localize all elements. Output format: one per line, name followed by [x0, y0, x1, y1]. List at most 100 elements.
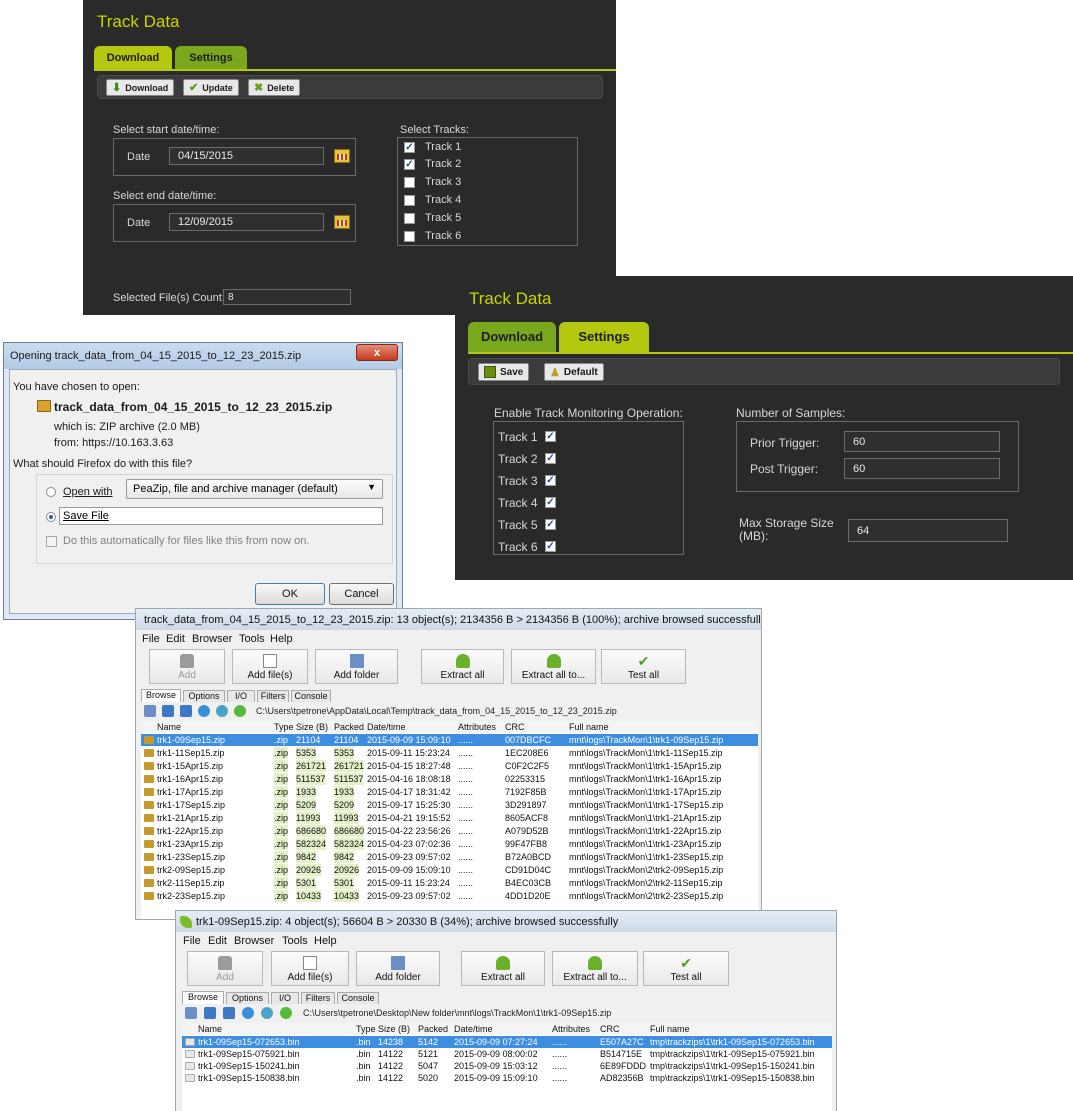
open-with-radio[interactable] [46, 487, 56, 497]
track-4-checkbox[interactable]: ✓ [545, 497, 556, 508]
close-button[interactable]: x [356, 344, 398, 361]
track-4-checkbox[interactable] [404, 195, 415, 206]
tab-browse[interactable]: Browse [141, 689, 181, 702]
tab-settings[interactable]: Settings [175, 46, 247, 70]
tab-settings[interactable]: Settings [559, 322, 649, 352]
menu-edit[interactable]: Edit [208, 935, 227, 947]
tab-download[interactable]: Download [94, 46, 172, 70]
track-1-checkbox[interactable]: ✓ [545, 431, 556, 442]
save-file-radio[interactable] [46, 512, 56, 522]
table-row[interactable]: trk1-21Apr15.zip .zip 11993 11993 2015-04-21… [141, 812, 758, 824]
table-row[interactable]: trk1-17Apr15.zip .zip 1933 1933 2015-04-17 1… [141, 786, 758, 798]
menu-tools[interactable]: Tools [239, 633, 265, 645]
calendar-icon[interactable] [334, 215, 350, 229]
home-icon[interactable] [198, 705, 210, 717]
table-row[interactable]: trk1-16Apr15.zip .zip 511537 511537 2015-04-… [141, 773, 758, 785]
add-button[interactable]: Add [187, 951, 263, 986]
test-all-button[interactable]: ✔ Test all [643, 951, 729, 986]
tab-options[interactable]: Options [183, 690, 225, 702]
column-attributes[interactable]: Attributes [458, 721, 496, 733]
extract-all-button[interactable]: Extract all [421, 649, 504, 684]
up-icon[interactable] [144, 705, 156, 717]
column-type[interactable]: Type [274, 721, 294, 733]
column-crc[interactable]: CRC [505, 721, 525, 733]
open-with-label[interactable]: Open with [63, 486, 113, 498]
tab-browse[interactable]: Browse [182, 991, 224, 1004]
column-packed[interactable]: Packed [418, 1023, 448, 1035]
add-folder-button[interactable]: Add folder [356, 951, 440, 986]
track-3-checkbox[interactable] [404, 177, 415, 188]
test-all-button[interactable]: ✔ Test all [601, 649, 686, 684]
calendar-icon[interactable] [334, 149, 350, 163]
menu-browser[interactable]: Browser [192, 633, 232, 645]
track-6-checkbox[interactable] [404, 231, 415, 242]
max-storage-input[interactable]: 64 [848, 519, 1008, 542]
up-icon[interactable] [185, 1007, 197, 1019]
track-1-checkbox[interactable]: ✓ [404, 142, 415, 153]
table-row[interactable]: trk1-15Apr15.zip .zip 261721 261721 2015-04-… [141, 760, 758, 772]
column-packed[interactable]: Packed [334, 721, 364, 733]
table-row[interactable]: trk1-17Sep15.zip .zip 5209 5209 2015-09-17 1… [141, 799, 758, 811]
column-fullname[interactable]: Full name [650, 1023, 690, 1035]
tab-filters[interactable]: Filters [301, 992, 335, 1004]
back-icon[interactable] [162, 705, 174, 717]
add-folder-button[interactable]: Add folder [315, 649, 398, 684]
table-row[interactable]: trk1-23Sep15.zip .zip 9842 9842 2015-09-23 0… [141, 851, 758, 863]
column-size[interactable]: Size (B) [378, 1023, 410, 1035]
start-date-input[interactable]: 04/15/2015 [169, 147, 324, 165]
save-button[interactable]: Save [478, 363, 530, 381]
save-file-option[interactable]: Save File [59, 507, 383, 525]
extract-all-button[interactable]: Extract all [461, 951, 545, 986]
table-row[interactable]: trk2-09Sep15.zip .zip 20926 20926 2015-09-09… [141, 864, 758, 876]
menu-file[interactable]: File [183, 935, 201, 947]
column-datetime[interactable]: Date/time [367, 721, 406, 733]
track-3-checkbox[interactable]: ✓ [545, 475, 556, 486]
end-date-input[interactable]: 12/09/2015 [169, 213, 324, 231]
tab-console[interactable]: Console [337, 992, 379, 1004]
add-files-button[interactable]: Add file(s) [271, 951, 349, 986]
column-name[interactable]: Name [198, 1023, 222, 1035]
forward-icon[interactable] [180, 705, 192, 717]
delete-button[interactable]: ✖ Delete [248, 79, 301, 96]
prior-trigger-input[interactable]: 60 [844, 431, 1000, 452]
table-row[interactable]: trk1-11Sep15.zip .zip 5353 5353 2015-09-11 1… [141, 747, 758, 759]
extract-all-to-button[interactable]: Extract all to... [511, 649, 596, 684]
menu-file[interactable]: File [142, 633, 160, 645]
home-icon[interactable] [242, 1007, 254, 1019]
tab-download[interactable]: Download [468, 322, 556, 352]
bookmark-icon[interactable] [280, 1007, 292, 1019]
table-row[interactable]: trk1-09Sep15-150838.bin .bin 14122 5020 2015… [182, 1072, 832, 1084]
column-size[interactable]: Size (B) [296, 721, 328, 733]
table-row[interactable]: trk1-23Apr15.zip .zip 582324 582324 2015-04-… [141, 838, 758, 850]
column-fullname[interactable]: Full name [569, 721, 609, 733]
add-files-button[interactable]: Add file(s) [232, 649, 308, 684]
column-name[interactable]: Name [157, 721, 181, 733]
refresh-icon[interactable] [216, 705, 228, 717]
cancel-button[interactable]: Cancel [329, 583, 394, 605]
app-select[interactable]: PeaZip, file and archive manager (defaul… [126, 479, 383, 499]
ok-button[interactable]: OK [255, 583, 325, 605]
auto-checkbox[interactable] [46, 536, 57, 547]
add-button[interactable]: Add [149, 649, 225, 684]
menu-help[interactable]: Help [270, 633, 293, 645]
track-2-checkbox[interactable]: ✓ [404, 159, 415, 170]
table-row[interactable]: trk1-09Sep15.zip .zip 21104 21104 2015-09-09… [141, 734, 758, 746]
table-row[interactable]: trk2-23Sep15.zip .zip 10433 10433 2015-09-23… [141, 890, 758, 902]
column-attributes[interactable]: Attributes [552, 1023, 590, 1035]
table-row[interactable]: trk1-09Sep15-075921.bin .bin 14122 5121 2015… [182, 1048, 832, 1060]
track-5-checkbox[interactable]: ✓ [545, 519, 556, 530]
forward-icon[interactable] [223, 1007, 235, 1019]
bookmark-icon[interactable] [234, 705, 246, 717]
menu-help[interactable]: Help [314, 935, 337, 947]
path-field[interactable]: C:\Users\tpetrone\AppData\Local\Temp\tra… [256, 706, 617, 716]
tab-options[interactable]: Options [226, 992, 269, 1004]
table-row[interactable]: trk1-22Apr15.zip .zip 686680 686680 2015-04-… [141, 825, 758, 837]
tab-io[interactable]: I/O [271, 992, 299, 1004]
column-datetime[interactable]: Date/time [454, 1023, 493, 1035]
post-trigger-input[interactable]: 60 [844, 458, 1000, 479]
extract-all-to-button[interactable]: Extract all to... [552, 951, 638, 986]
table-row[interactable]: trk2-11Sep15.zip .zip 5301 5301 2015-09-11 1… [141, 877, 758, 889]
track-6-checkbox[interactable]: ✓ [545, 541, 556, 552]
default-button[interactable]: ♟ Default [544, 363, 604, 381]
track-2-checkbox[interactable]: ✓ [545, 453, 556, 464]
